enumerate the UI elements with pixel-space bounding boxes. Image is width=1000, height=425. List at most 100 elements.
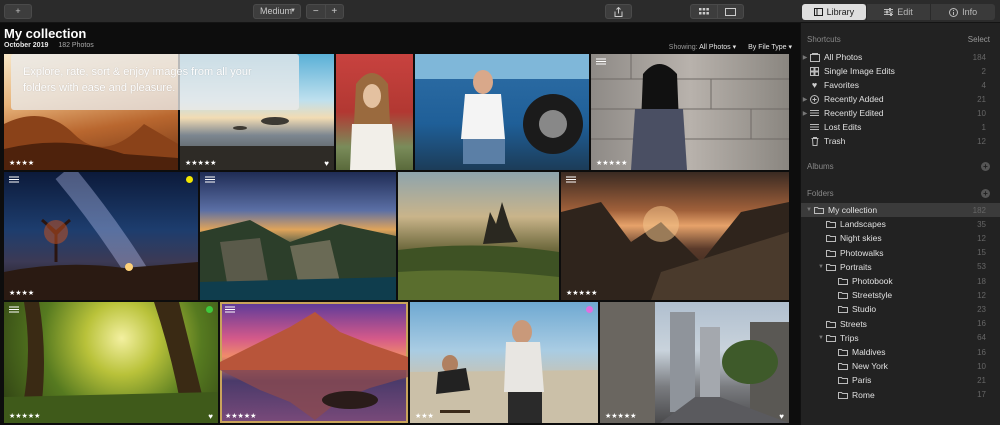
folder-item[interactable]: Streets 16 [801, 317, 1000, 331]
tab-edit[interactable]: Edit [865, 4, 931, 20]
albums-heading: Albums [807, 162, 834, 171]
rating-stars: ★★★ [415, 413, 434, 420]
sort-control[interactable]: By File Type ▾ [748, 43, 792, 51]
photo-thumbnail[interactable]: ★★★★★ ♥ [600, 302, 789, 423]
folder-label: Night skies [840, 233, 882, 244]
folder-item[interactable]: Rome 17 [801, 388, 1000, 402]
rating-stars: ★★★★★ [566, 290, 598, 297]
photo-thumbnail[interactable]: ★★★★★ ♥ [4, 302, 218, 423]
sidebar-item-trash[interactable]: Trash 12 [801, 134, 1000, 148]
folder-item[interactable]: ▼ Portraits 53 [801, 260, 1000, 274]
chevron-right-icon[interactable]: ▶ [801, 54, 809, 61]
edited-icon [596, 58, 606, 65]
single-view-button[interactable] [716, 5, 744, 18]
folder-item[interactable]: Paris 21 [801, 373, 1000, 387]
edited-icon [225, 306, 235, 313]
add-button[interactable]: + [4, 4, 32, 19]
photo-thumbnail[interactable]: ★★★★★ [561, 172, 789, 300]
folder-item[interactable]: Photowalks 15 [801, 246, 1000, 260]
folder-count: 18 [977, 276, 986, 286]
folder-icon [837, 276, 848, 286]
intro-banner: Explore, rate, sort & enjoy images from … [11, 54, 299, 110]
sidebar-item-all-photos[interactable]: ▶ All Photos 184 [801, 50, 1000, 64]
zoom-out-button[interactable]: − [307, 5, 325, 18]
folder-count: 182 [972, 205, 986, 215]
cliffs-photo [200, 220, 396, 300]
zoom-in-button[interactable]: + [324, 5, 344, 18]
add-folder-button[interactable]: + [981, 189, 990, 198]
shortcuts-heading: Shortcuts [807, 35, 841, 44]
sliders-icon [809, 122, 820, 132]
select-button[interactable]: Select [968, 35, 990, 44]
photo-thumbnail[interactable] [336, 54, 413, 170]
collection-date: October 2019 [4, 42, 49, 49]
folder-icon [837, 390, 848, 400]
folder-item[interactable]: ▼ Trips 64 [801, 331, 1000, 345]
tab-library[interactable]: Library [802, 4, 866, 20]
photo-thumbnail[interactable] [398, 172, 559, 300]
add-album-button[interactable]: + [981, 162, 990, 171]
showing-label: Showing: [668, 44, 698, 51]
photo-thumbnail[interactable] [200, 172, 396, 300]
folder-icon [825, 333, 836, 343]
item-count: 10 [977, 108, 986, 118]
folder-label: Studio [852, 304, 877, 315]
photo-thumbnail[interactable]: ★★★ [410, 302, 598, 423]
disclosure-triangle-icon[interactable]: ▼ [817, 264, 825, 270]
rating-stars: ★★★★★ [225, 413, 257, 420]
chevron-right-icon[interactable]: ▶ [801, 96, 809, 103]
sidebar-item-label: Trash [824, 136, 846, 146]
photo-thumbnail[interactable]: ★★★★★ [591, 54, 789, 170]
plus-circle-icon [809, 94, 820, 104]
photo-thumbnail-selected[interactable]: ★★★★★ [220, 302, 408, 423]
folder-item[interactable]: Photobook 18 [801, 274, 1000, 288]
photo-thumbnail[interactable] [415, 54, 589, 170]
library-icon [813, 8, 823, 16]
color-label-pink [586, 306, 593, 313]
photo-browser: My collection October 2019 182 Photos Sh… [0, 23, 800, 425]
folder-item[interactable]: Landscapes 35 [801, 217, 1000, 231]
folder-item[interactable]: Streetstyle 12 [801, 288, 1000, 302]
grid-view-button[interactable] [691, 5, 717, 18]
folder-label: Photobook [852, 276, 893, 286]
tab-info[interactable]: Info [930, 4, 995, 20]
heart-icon[interactable]: ♥ [324, 159, 329, 168]
thumbnail-size-select[interactable]: Medium ▼ [253, 4, 301, 19]
tab-library-label: Library [826, 7, 855, 17]
filter-control[interactable]: Showing: All Photos ▾ [669, 43, 736, 51]
item-count: 2 [981, 66, 986, 76]
folder-label: My collection [828, 205, 878, 215]
sidebar-item-lost-edits[interactable]: Lost Edits 1 [801, 120, 1000, 134]
photo-thumbnail[interactable]: ★★★★ [4, 172, 198, 300]
edited-icon [9, 176, 19, 183]
item-count: 12 [977, 136, 986, 146]
library-sidebar: Shortcuts Select ▶ All Photos 184 Single… [800, 23, 1000, 425]
disclosure-triangle-icon[interactable]: ▼ [817, 335, 825, 341]
sidebar-item-recently-added[interactable]: ▶ Recently Added 21 [801, 92, 1000, 106]
folder-icon [825, 219, 836, 229]
folder-item[interactable]: New York 10 [801, 359, 1000, 373]
folder-label: Streetstyle [852, 290, 893, 301]
folder-item[interactable]: Maldives 16 [801, 345, 1000, 359]
sidebar-item-favorites[interactable]: ♥ Favorites 4 [801, 78, 1000, 92]
trash-icon [809, 136, 820, 146]
share-button[interactable] [605, 4, 632, 19]
sidebar-item-label: All Photos [824, 52, 863, 62]
sidebar-item-recently-edited[interactable]: ▶ Recently Edited 10 [801, 106, 1000, 120]
forest-photo [4, 302, 218, 423]
photo-count: 182 Photos [58, 42, 94, 49]
folder-icon [813, 205, 824, 215]
heart-icon[interactable]: ♥ [779, 412, 784, 421]
edited-icon [9, 306, 19, 313]
chevron-right-icon[interactable]: ▶ [801, 110, 809, 117]
folder-item[interactable]: Night skies 12 [801, 231, 1000, 245]
folder-item[interactable]: Studio 23 [801, 302, 1000, 316]
sidebar-item-single-image-edits[interactable]: Single Image Edits 2 [801, 64, 1000, 78]
heart-icon[interactable]: ♥ [208, 412, 213, 421]
rating-stars: ★★★★★ [185, 160, 217, 167]
info-icon [949, 7, 959, 17]
view-mode-toggle [690, 4, 744, 19]
folder-item[interactable]: ▼ My collection 182 [801, 203, 1000, 217]
disclosure-triangle-icon[interactable]: ▼ [805, 207, 813, 213]
thumbnail-size-label: Medium [260, 6, 293, 16]
